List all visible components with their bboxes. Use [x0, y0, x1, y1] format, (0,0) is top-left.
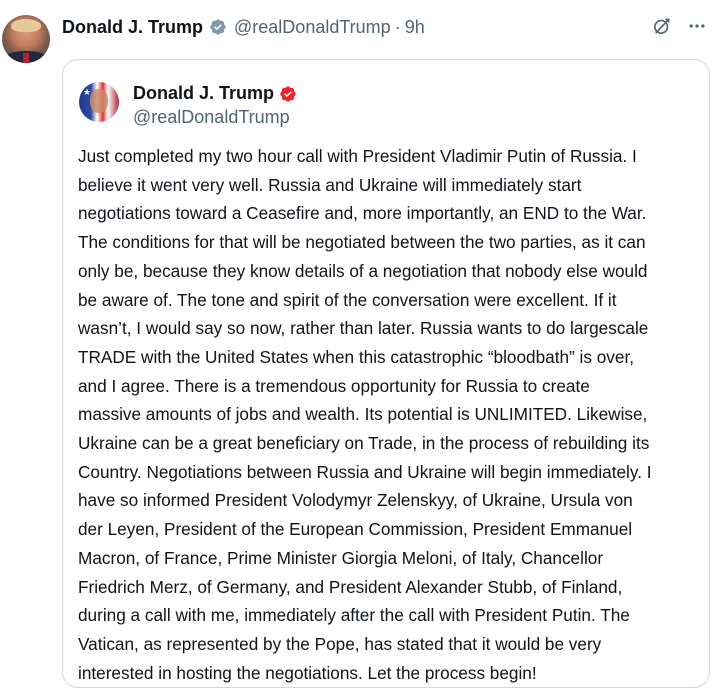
more-options-icon[interactable]	[687, 16, 707, 36]
avatar-face	[90, 89, 108, 113]
verified-badge-icon[interactable]	[209, 18, 227, 36]
separator-dot: ·	[394, 16, 401, 37]
grok-icon[interactable]	[652, 16, 672, 36]
author-handle[interactable]: @realDonaldTrump	[234, 17, 391, 38]
post-actions	[652, 16, 707, 36]
quoted-author-handle[interactable]: @realDonaldTrump	[133, 107, 290, 128]
quoted-post-text: Just completed my two hour call with Pre…	[78, 146, 652, 683]
quoted-author-avatar[interactable]: ★	[79, 82, 119, 122]
post-time[interactable]: 9h	[405, 17, 425, 38]
quoted-author-row: Donald J. Trump	[133, 83, 297, 104]
author-avatar[interactable]	[2, 15, 50, 63]
quoted-post[interactable]: ★ Donald J. Trump @realDonaldTrump Just …	[62, 59, 710, 688]
post-header: Donald J. Trump @realDonaldTrump · 9h	[62, 15, 425, 39]
post[interactable]: Donald J. Trump @realDonaldTrump · 9h ★ …	[0, 0, 721, 697]
avatar-tie	[23, 53, 29, 63]
avatar-hair	[11, 19, 41, 32]
quoted-author-name[interactable]: Donald J. Trump	[133, 83, 274, 104]
red-verified-badge-icon[interactable]	[279, 85, 297, 103]
author-name[interactable]: Donald J. Trump	[62, 17, 203, 38]
